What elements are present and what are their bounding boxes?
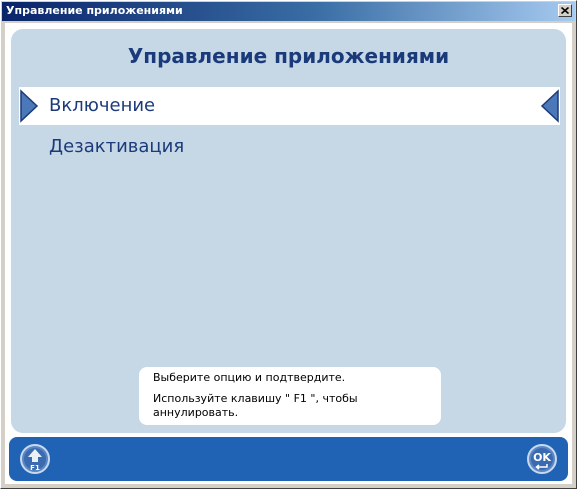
client-area: Управление приложениями Включение Дезакт…: [5, 23, 572, 484]
close-icon: [561, 7, 569, 14]
hint-line-2: Используйте клавишу " F1 ", чтобы: [153, 392, 358, 405]
ok-label: OK: [533, 451, 551, 464]
menu-item-activation[interactable]: Включение: [19, 87, 560, 125]
selection-arrow-right-icon: [20, 89, 39, 123]
hint-box: Выберите опцию и подтвердите. Используйт…: [139, 367, 441, 425]
up-arrow-icon: F1: [20, 444, 50, 474]
close-button[interactable]: [558, 4, 572, 17]
bottom-bar: F1 OK: [9, 437, 568, 481]
main-panel: Управление приложениями Включение Дезакт…: [11, 29, 566, 433]
menu-item-deactivation[interactable]: Дезактивация: [19, 128, 560, 166]
window-title: Управление приложениями: [6, 4, 183, 17]
menu-item-label: Дезактивация: [49, 136, 185, 157]
hint-line-1: Выберите опцию и подтвердите.: [153, 371, 346, 384]
f1-key-label: F1: [30, 464, 40, 472]
selection-arrow-left-icon: [540, 89, 559, 123]
page-title: Управление приложениями: [127, 44, 450, 68]
ok-icon: OK: [527, 444, 557, 474]
ok-button[interactable]: OK: [527, 444, 557, 474]
back-f1-button[interactable]: F1: [20, 444, 50, 474]
hint-line-3: аннулировать.: [153, 406, 239, 419]
menu-item-label: Включение: [49, 95, 156, 116]
app-window: Управление приложениями Управление прило…: [0, 0, 577, 489]
title-bar[interactable]: Управление приложениями: [2, 2, 575, 21]
